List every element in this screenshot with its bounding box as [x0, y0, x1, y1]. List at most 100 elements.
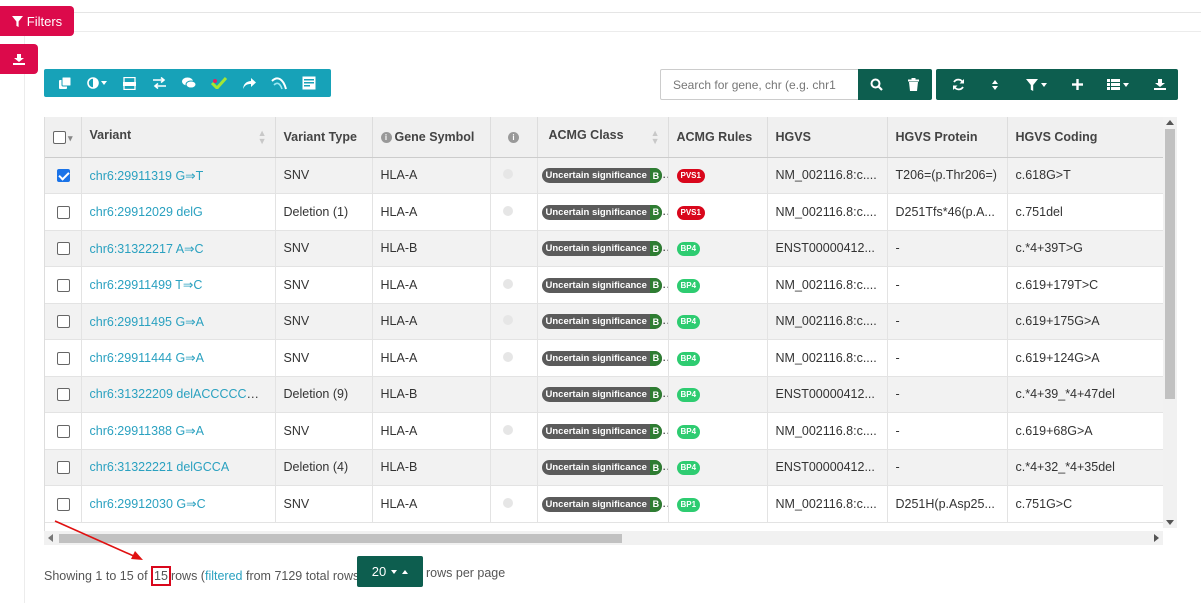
row-select-cell[interactable]: [45, 303, 82, 340]
table-row[interactable]: chr6:29911499 T⇒C SNV HLA-A Uncertain signi…: [45, 266, 1166, 304]
gene-symbol-header[interactable]: i Gene Symbol: [372, 117, 491, 158]
variant-link[interactable]: chr6:29911388 G⇒A: [90, 424, 204, 438]
table-row[interactable]: chr6:29912030 G⇒C SNV HLA-A Uncertain signi…: [45, 485, 1166, 523]
hgvs-coding-cell: c.751G>C: [1007, 485, 1166, 523]
variant-cell[interactable]: chr6:29911499 T⇒C: [81, 266, 276, 304]
variant-link[interactable]: chr6:29911444 G⇒A: [90, 351, 204, 365]
report-button[interactable]: [294, 69, 324, 97]
table-row[interactable]: chr6:31322217 A⇒C SNV HLA-B Uncertain signi…: [45, 230, 1166, 267]
table-row[interactable]: chr6:29911444 G⇒A SNV HLA-A Uncertain signi…: [45, 339, 1166, 377]
acmg-class-header[interactable]: ACMG Class ▲ ▼: [537, 117, 669, 158]
variant-link[interactable]: chr6:31322221 delGCCA: [90, 460, 230, 474]
filtered-link[interactable]: filtered: [205, 569, 243, 583]
download-side-button[interactable]: [0, 44, 38, 74]
contrast-button[interactable]: [80, 69, 114, 97]
select-all-checkbox[interactable]: [53, 130, 66, 144]
variant-header[interactable]: Variant ▲ ▼: [81, 117, 276, 158]
variant-link[interactable]: chr6:31322209 delACCCCCAGA: [90, 387, 273, 401]
row-select-cell[interactable]: [45, 230, 82, 267]
row-checkbox[interactable]: [57, 205, 70, 219]
table-row[interactable]: chr6:29911319 G⇒T SNV HLA-A Uncertain signi…: [45, 157, 1166, 194]
variant-cell[interactable]: chr6:29911319 G⇒T: [81, 157, 276, 194]
hgvs-protein-header[interactable]: HGVS Protein: [887, 117, 1008, 158]
row-checkbox[interactable]: [57, 388, 70, 402]
igv-button[interactable]: [264, 69, 294, 97]
hgvs-protein-cell: -: [887, 449, 1008, 486]
comments-button[interactable]: [174, 69, 204, 97]
acmg-class-badge: Uncertain significance B: [541, 350, 662, 366]
status-dot: [502, 205, 513, 216]
share-button[interactable]: [234, 69, 264, 97]
variant-type-cell: SNV: [275, 230, 373, 267]
hgvs-protein-cell: -: [887, 412, 1008, 450]
search-input[interactable]: [660, 69, 859, 100]
table-row[interactable]: chr6:31322209 delACCCCCAGA Deletion (9) HL…: [45, 376, 1166, 413]
horizontal-scrollbar[interactable]: [44, 531, 1163, 545]
csv-button[interactable]: [114, 69, 144, 97]
table-row[interactable]: chr6:31322221 delGCCA Deletion (4) HLA-B Un…: [45, 449, 1166, 486]
variant-type-header[interactable]: Variant Type: [275, 117, 373, 158]
sort-button[interactable]: [977, 69, 1014, 100]
hgvs-protein-cell: D251Tfs*46(p.A...: [887, 193, 1008, 231]
row-checkbox[interactable]: [57, 497, 70, 511]
clear-search-button[interactable]: [895, 69, 932, 100]
search-buttons: [858, 69, 932, 100]
list-view-button[interactable]: [1096, 69, 1142, 100]
exchange-button[interactable]: [144, 69, 174, 97]
variant-cell[interactable]: chr6:29912030 G⇒C: [81, 485, 276, 523]
row-select-cell[interactable]: [45, 266, 82, 304]
filters-button[interactable]: Filters: [0, 6, 74, 36]
acmg-rules-header[interactable]: ACMG Rules: [668, 117, 768, 158]
vertical-scrollbar[interactable]: [1163, 117, 1177, 528]
row-checkbox[interactable]: [57, 461, 70, 475]
row-select-cell[interactable]: [45, 339, 82, 377]
hgvs-coding-header[interactable]: HGVS Coding: [1007, 117, 1166, 158]
gene-symbol-cell: HLA-A: [372, 303, 491, 340]
row-select-cell[interactable]: [45, 376, 82, 413]
variant-link[interactable]: chr6:29911319 G⇒T: [90, 169, 204, 183]
variant-link[interactable]: chr6:29912030 G⇒C: [90, 497, 206, 511]
export-button[interactable]: [1141, 69, 1178, 100]
variant-cell[interactable]: chr6:31322209 delACCCCCAGA: [81, 376, 276, 413]
variant-cell[interactable]: chr6:29912029 delG: [81, 193, 276, 231]
table-row[interactable]: chr6:29912029 delG Deletion (1) HLA-A Uncer…: [45, 193, 1166, 231]
row-select-cell[interactable]: [45, 449, 82, 486]
info-column-header[interactable]: i: [490, 117, 538, 158]
variant-cell[interactable]: chr6:29911388 G⇒A: [81, 412, 276, 450]
select-all-header[interactable]: ▾: [45, 117, 82, 158]
variant-link[interactable]: chr6:29911495 G⇒A: [90, 315, 204, 329]
list-icon: [1107, 79, 1121, 90]
table-row[interactable]: chr6:29911388 G⇒A SNV HLA-A Uncertain signi…: [45, 412, 1166, 450]
table-row[interactable]: chr6:29911495 G⇒A SNV HLA-A Uncertain signi…: [45, 303, 1166, 340]
check-button[interactable]: [204, 69, 234, 97]
total-count-highlight: 15: [151, 566, 171, 586]
filter-dropdown-button[interactable]: [1013, 69, 1059, 100]
row-checkbox[interactable]: [57, 351, 70, 365]
variant-link[interactable]: chr6:31322217 A⇒C: [90, 242, 204, 256]
row-checkbox[interactable]: [57, 242, 70, 256]
page-size-dropdown[interactable]: 20: [357, 556, 423, 587]
columns-button[interactable]: [50, 69, 80, 97]
row-select-cell[interactable]: [45, 193, 82, 231]
variant-cell[interactable]: chr6:29911444 G⇒A: [81, 339, 276, 377]
row-checkbox[interactable]: [57, 278, 70, 292]
row-select-cell[interactable]: [45, 485, 82, 523]
variant-cell[interactable]: chr6:29911495 G⇒A: [81, 303, 276, 340]
search-button[interactable]: [858, 69, 895, 100]
right-toolbar: [936, 69, 1178, 100]
hgvs-coding-cell: c.*4+39_*4+47del: [1007, 376, 1166, 413]
variant-link[interactable]: chr6:29912029 delG: [90, 205, 203, 219]
hgvs-header[interactable]: HGVS: [767, 117, 888, 158]
row-checkbox[interactable]: [57, 315, 70, 329]
acmg-class-cell: Uncertain significance B: [537, 303, 669, 340]
row-checkbox[interactable]: [57, 169, 70, 183]
row-select-cell[interactable]: [45, 157, 82, 194]
add-button[interactable]: [1059, 69, 1096, 100]
refresh-button[interactable]: [940, 69, 977, 100]
row-select-cell[interactable]: [45, 412, 82, 450]
variant-link[interactable]: chr6:29911499 T⇒C: [90, 278, 203, 292]
variant-cell[interactable]: chr6:31322221 delGCCA: [81, 449, 276, 486]
variant-cell[interactable]: chr6:31322217 A⇒C: [81, 230, 276, 267]
gene-symbol-cell: HLA-A: [372, 485, 491, 523]
row-checkbox[interactable]: [57, 424, 70, 438]
